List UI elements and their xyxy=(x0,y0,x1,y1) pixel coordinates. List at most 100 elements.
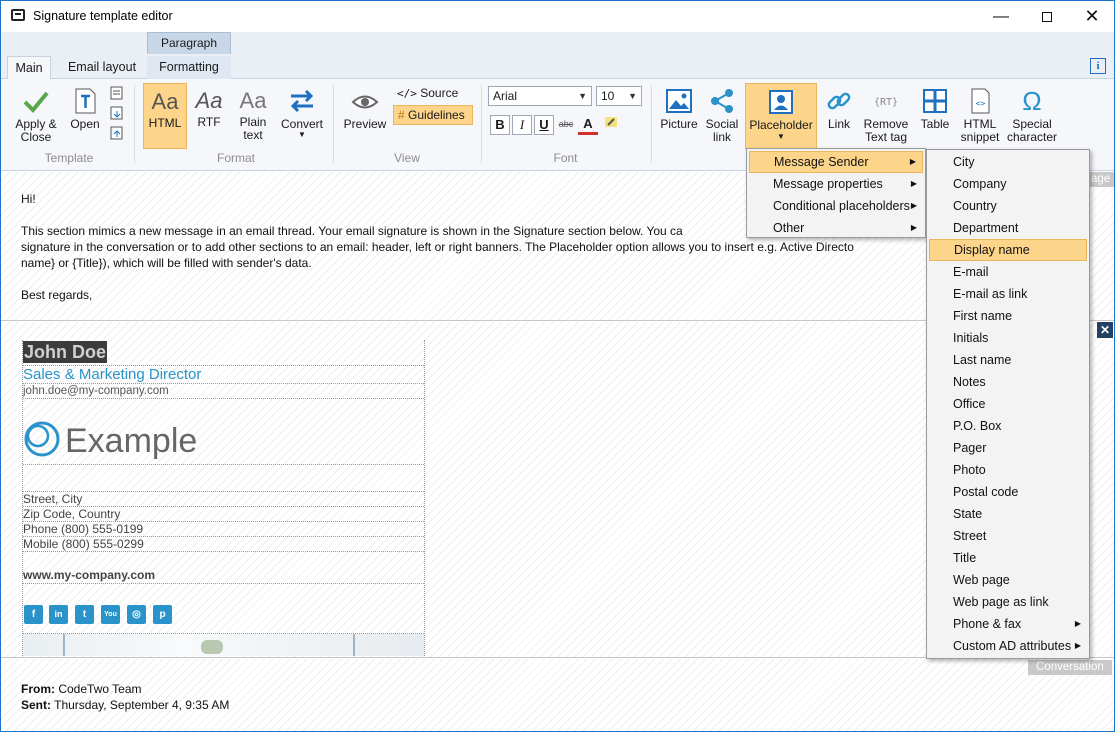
apply-close-button[interactable]: Apply & Close xyxy=(9,87,63,144)
menu-item-city[interactable]: City xyxy=(929,151,1087,173)
menu-item-conditional-placeholders[interactable]: Conditional placeholders ▶ xyxy=(749,195,923,217)
menu-item-web-page-as-link[interactable]: Web page as link xyxy=(929,591,1087,613)
minimize-button[interactable]: — xyxy=(978,1,1024,32)
special-character-button[interactable]: Ω Special character xyxy=(1005,87,1059,144)
placeholder-menu: Message Sender ▶ Message properties ▶ Cond… xyxy=(746,148,926,238)
highlighter-icon xyxy=(605,117,617,127)
strikethrough-button[interactable]: abc xyxy=(556,115,576,135)
menu-item-other[interactable]: Other ▶ xyxy=(749,217,923,239)
picture-icon xyxy=(666,89,692,113)
signature-zip[interactable]: Zip Code, Country xyxy=(23,507,120,522)
signature-mobile[interactable]: Mobile (800) 555-0299 xyxy=(23,537,144,552)
menu-item-initials[interactable]: Initials xyxy=(929,327,1087,349)
code-snippet-icon: <> xyxy=(971,88,990,114)
chevron-down-icon: ▼ xyxy=(628,91,637,101)
facebook-icon[interactable]: f xyxy=(24,605,43,624)
chevron-right-icon: ▶ xyxy=(910,223,917,232)
menu-item-phone-fax[interactable]: Phone & fax ▶ xyxy=(929,613,1087,635)
menu-item-custom-ad-attributes[interactable]: Custom AD attributes ▶ xyxy=(929,635,1087,657)
menu-item-message-sender[interactable]: Message Sender ▶ xyxy=(749,151,923,173)
apply-close-label: Apply & Close xyxy=(15,117,57,144)
twitter-icon[interactable]: t xyxy=(75,605,94,624)
guidelines-toggle[interactable]: # Guidelines xyxy=(393,105,473,125)
chevron-down-icon: ▼ xyxy=(298,130,306,139)
menu-item-message-properties[interactable]: Message properties ▶ xyxy=(749,173,923,195)
menu-item-email-as-link[interactable]: E-mail as link xyxy=(929,283,1087,305)
close-button[interactable]: ✕ xyxy=(1069,1,1114,32)
menu-item-last-name[interactable]: Last name xyxy=(929,349,1087,371)
instagram-icon[interactable]: ◎ xyxy=(127,605,146,624)
open-button[interactable]: Open xyxy=(65,87,105,131)
menu-item-street[interactable]: Street xyxy=(929,525,1087,547)
plain-text-format-button[interactable]: Aa Plain text xyxy=(233,89,273,142)
maximize-button[interactable] xyxy=(1024,1,1070,32)
preview-button[interactable]: Preview xyxy=(341,89,389,131)
linkedin-icon[interactable]: in xyxy=(49,605,68,624)
tab-email-layout[interactable]: Email layout xyxy=(59,56,145,80)
info-icon[interactable]: i xyxy=(1090,58,1106,74)
font-family-select[interactable]: Arial ▼ xyxy=(488,86,592,106)
table-label: Table xyxy=(920,117,950,131)
sent-label: Sent: xyxy=(21,698,51,712)
menu-item-department[interactable]: Department xyxy=(929,217,1087,239)
html-format-button[interactable]: Aa HTML xyxy=(143,83,187,149)
rtf-format-button[interactable]: Aa RTF xyxy=(191,89,227,129)
font-color-button[interactable]: A xyxy=(578,115,598,135)
menu-item-photo[interactable]: Photo xyxy=(929,459,1087,481)
picture-button[interactable]: Picture xyxy=(657,87,701,131)
convert-label: Convert xyxy=(280,117,324,131)
menu-item-title[interactable]: Title xyxy=(929,547,1087,569)
menu-item-email[interactable]: E-mail xyxy=(929,261,1087,283)
tab-formatting[interactable]: Formatting xyxy=(147,56,231,80)
picture-label: Picture xyxy=(660,117,698,131)
signature-mobile-row: Mobile (800) 555-0299 xyxy=(23,537,424,552)
tab-paragraph[interactable]: Paragraph xyxy=(147,32,231,54)
menu-item-state[interactable]: State xyxy=(929,503,1087,525)
menu-item-postal-code[interactable]: Postal code xyxy=(929,481,1087,503)
close-section-icon[interactable]: ✕ xyxy=(1097,322,1113,338)
banner-plant xyxy=(201,640,223,654)
table-button[interactable]: Table xyxy=(915,87,955,131)
menu-item-label: Message properties xyxy=(773,177,883,191)
signature-name[interactable]: John Doe xyxy=(23,341,108,363)
conversation-section[interactable]: Conversation xyxy=(1,659,1114,731)
html-label: HTML xyxy=(148,116,182,130)
menu-item-pager[interactable]: Pager xyxy=(929,437,1087,459)
remove-text-tag-button[interactable]: {RT} Remove Text tag xyxy=(861,87,911,144)
menu-item-web-page[interactable]: Web page xyxy=(929,569,1087,591)
source-button[interactable]: </> Source xyxy=(393,84,462,103)
convert-button[interactable]: Convert ▼ xyxy=(277,87,327,139)
signature-phone[interactable]: Phone (800) 555-0199 xyxy=(23,522,143,537)
menu-item-first-name[interactable]: First name xyxy=(929,305,1087,327)
link-button[interactable]: Link xyxy=(821,87,857,131)
plain-text-label: Plain text xyxy=(239,115,267,142)
signature-email[interactable]: john.doe@my-company.com xyxy=(23,384,169,398)
bold-button[interactable]: B xyxy=(490,115,510,135)
signature-website[interactable]: www.my-company.com xyxy=(23,568,155,583)
menu-item-country[interactable]: Country xyxy=(929,195,1087,217)
signature-street[interactable]: Street, City xyxy=(23,492,82,507)
youtube-icon[interactable]: You xyxy=(101,605,120,624)
menu-item-office[interactable]: Office xyxy=(929,393,1087,415)
font-size-select[interactable]: 10 ▼ xyxy=(596,86,642,106)
template-small-icons[interactable] xyxy=(109,85,127,145)
svg-text:<>: <> xyxy=(976,99,986,108)
placeholder-button[interactable]: Placeholder ▼ xyxy=(745,83,817,149)
signature-job-title[interactable]: Sales & Marketing Director xyxy=(23,366,201,384)
html-aa-icon: Aa xyxy=(151,89,179,114)
chevron-right-icon: ▶ xyxy=(910,179,917,188)
underline-button[interactable]: U xyxy=(534,115,554,135)
italic-button[interactable]: I xyxy=(512,115,532,135)
menu-item-notes[interactable]: Notes xyxy=(929,371,1087,393)
menu-item-po-box[interactable]: P.O. Box xyxy=(929,415,1087,437)
eye-icon xyxy=(351,95,379,109)
menu-item-company[interactable]: Company xyxy=(929,173,1087,195)
social-link-button[interactable]: Social link xyxy=(703,87,741,144)
html-snippet-button[interactable]: <> HTML snippet xyxy=(957,87,1003,144)
checkmark-icon xyxy=(23,91,49,113)
tab-main[interactable]: Main xyxy=(7,56,51,80)
menu-item-display-name[interactable]: Display name xyxy=(929,239,1087,261)
pinterest-icon[interactable]: p xyxy=(153,605,172,624)
message-closing: Best regards, xyxy=(21,288,93,302)
highlight-button[interactable] xyxy=(601,115,621,135)
